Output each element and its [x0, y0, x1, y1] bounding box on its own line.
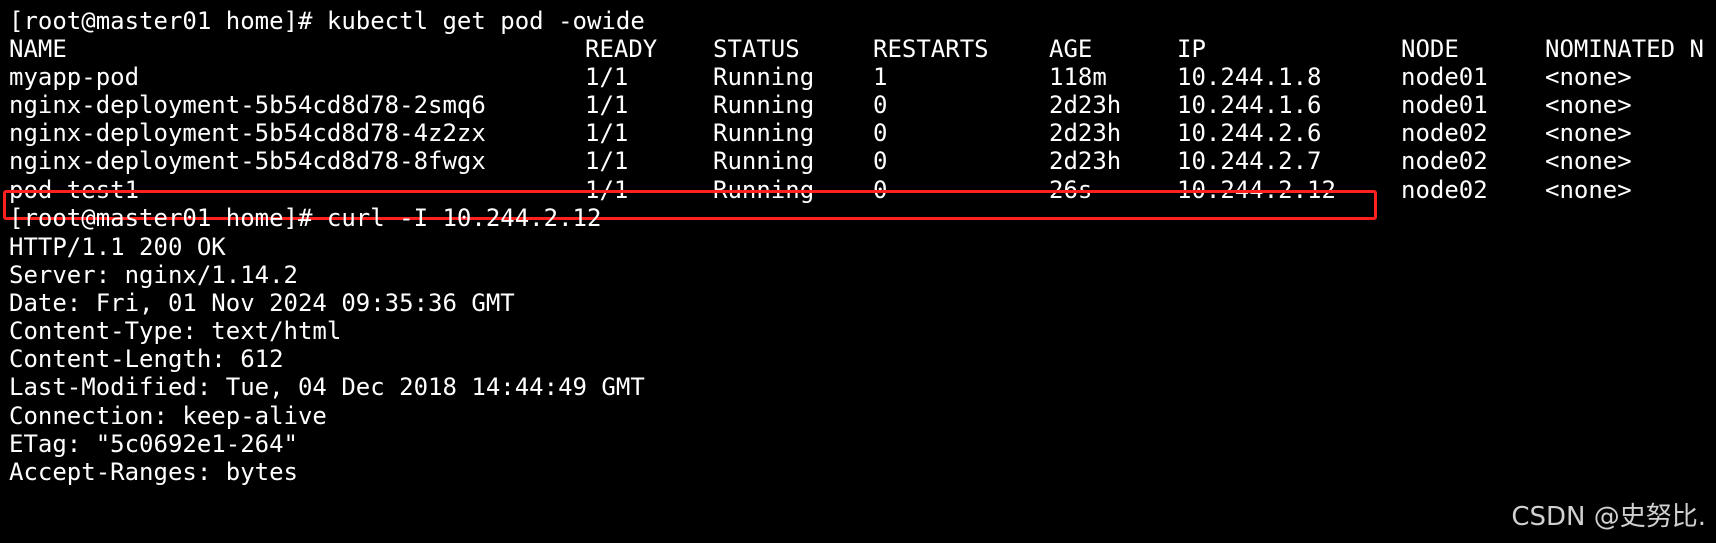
header-ready: READY [585, 35, 658, 63]
pod-node: node02 [1401, 147, 1488, 175]
pod-restarts: 1 [873, 63, 888, 91]
command-line-kubectl: [root@master01 home]# kubectl get pod -o… [9, 7, 645, 35]
pod-status: Running [713, 147, 815, 175]
header-name: NAME [9, 35, 67, 63]
pod-age: 2d23h [1049, 119, 1122, 147]
response-line: Content-Length: 612 [9, 345, 284, 373]
pod-name: nginx-deployment-5b54cd8d78-2smq6 [9, 91, 486, 119]
header-node: NODE [1401, 35, 1459, 63]
pod-nominated: <none> [1545, 147, 1632, 175]
table-row: nginx-deployment-5b54cd8d78-2smq6 1/1 Ru… [9, 90, 1709, 121]
pod-age: 2d23h [1049, 147, 1122, 175]
pod-ready: 1/1 [585, 119, 629, 147]
csdn-watermark: CSDN @史努比. [1511, 502, 1706, 532]
pod-ip: 10.244.2.7 [1177, 147, 1322, 175]
pod-nominated: <none> [1545, 119, 1632, 147]
pod-node: node02 [1401, 176, 1488, 204]
pod-ready: 1/1 [585, 63, 629, 91]
pod-name: myapp-pod [9, 63, 140, 91]
pod-ready: 1/1 [585, 147, 629, 175]
table-row: nginx-deployment-5b54cd8d78-8fwgx 1/1 Ru… [9, 146, 1709, 177]
pod-status: Running [713, 91, 815, 119]
pod-restarts: 0 [873, 91, 888, 119]
table-row: nginx-deployment-5b54cd8d78-4z2zx 1/1 Ru… [9, 118, 1709, 149]
pod-status: Running [713, 63, 815, 91]
pod-nominated: <none> [1545, 91, 1632, 119]
pod-ip: 10.244.1.8 [1177, 63, 1322, 91]
response-line: ETag: "5c0692e1-264" [9, 430, 298, 458]
response-line: Connection: keep-alive [9, 402, 327, 430]
response-line: Server: nginx/1.14.2 [9, 261, 298, 289]
pod-nominated: <none> [1545, 63, 1632, 91]
response-line: Date: Fri, 01 Nov 2024 09:35:36 GMT [9, 289, 515, 317]
pod-age: 2d23h [1049, 91, 1122, 119]
table-header: NAME READY STATUS RESTARTS AGE IP NODE N… [9, 34, 1709, 65]
pod-name: nginx-deployment-5b54cd8d78-8fwgx [9, 147, 486, 175]
table-row: myapp-pod 1/1 Running 1 118m 10.244.1.8 … [9, 62, 1709, 93]
pod-name: nginx-deployment-5b54cd8d78-4z2zx [9, 119, 486, 147]
pod-node: node01 [1401, 63, 1488, 91]
header-status: STATUS [713, 35, 800, 63]
pod-restarts: 0 [873, 147, 888, 175]
response-line: Last-Modified: Tue, 04 Dec 2018 14:44:49… [9, 373, 645, 401]
pod-node: node01 [1401, 91, 1488, 119]
pod-ready: 1/1 [585, 91, 629, 119]
pod-nominated: <none> [1545, 176, 1632, 204]
pod-ip: 10.244.1.6 [1177, 91, 1322, 119]
pod-node: node02 [1401, 119, 1488, 147]
header-ip: IP [1177, 35, 1206, 63]
header-age: AGE [1049, 35, 1093, 63]
header-restarts: RESTARTS [873, 35, 989, 63]
response-line: Accept-Ranges: bytes [9, 458, 298, 486]
pod-status: Running [713, 119, 815, 147]
pod-ip: 10.244.2.6 [1177, 119, 1322, 147]
response-line: HTTP/1.1 200 OK [9, 233, 226, 261]
pod-age: 118m [1049, 63, 1107, 91]
pod-restarts: 0 [873, 119, 888, 147]
terminal-window[interactable]: [root@master01 home]# kubectl get pod -o… [0, 0, 1716, 543]
header-nominated: NOMINATED N [1545, 35, 1704, 63]
response-line: Content-Type: text/html [9, 317, 342, 345]
command-line-curl: [root@master01 home]# curl -I 10.244.2.1… [9, 204, 602, 232]
